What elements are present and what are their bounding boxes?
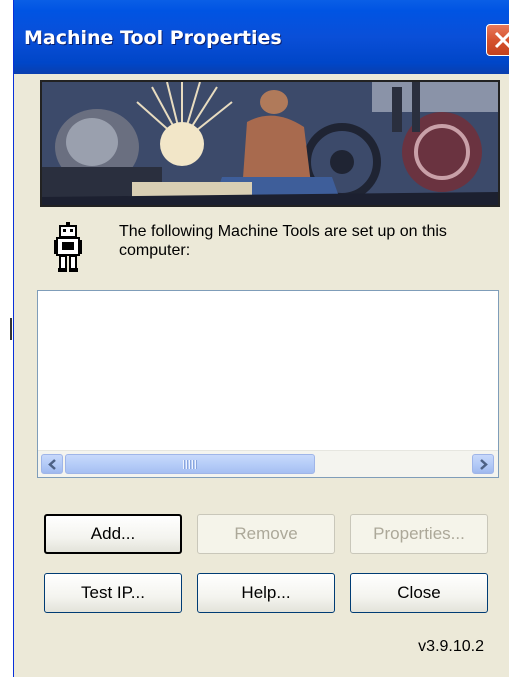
add-button[interactable]: Add...	[44, 514, 182, 554]
scroll-left-button[interactable]	[41, 454, 63, 474]
title-bar[interactable]: Machine Tool Properties	[14, 0, 509, 74]
arrow-left-icon	[48, 459, 56, 470]
scroll-right-button[interactable]	[472, 454, 494, 474]
scroll-thumb[interactable]	[65, 454, 315, 474]
close-button[interactable]: Close	[350, 573, 488, 613]
close-window-button[interactable]	[486, 24, 509, 56]
machinist-banner-image	[40, 80, 500, 207]
horizontal-scrollbar[interactable]	[38, 450, 498, 477]
window-title: Machine Tool Properties	[24, 27, 282, 49]
version-label: v3.9.10.2	[418, 638, 484, 655]
test-ip-button[interactable]: Test IP...	[44, 573, 182, 613]
close-icon	[494, 31, 509, 49]
thumb-grip	[183, 460, 197, 469]
arrow-right-icon	[480, 459, 488, 470]
machine-tool-list[interactable]	[37, 290, 499, 478]
properties-button[interactable]: Properties...	[350, 514, 488, 554]
edge-mark	[10, 318, 12, 340]
help-button[interactable]: Help...	[197, 573, 335, 613]
robot-icon	[54, 222, 82, 272]
intro-text: The following Machine Tools are set up o…	[119, 223, 447, 259]
remove-button[interactable]: Remove	[197, 514, 335, 554]
machine-tool-properties-dialog: Machine Tool Properties The following Ma…	[13, 0, 509, 677]
